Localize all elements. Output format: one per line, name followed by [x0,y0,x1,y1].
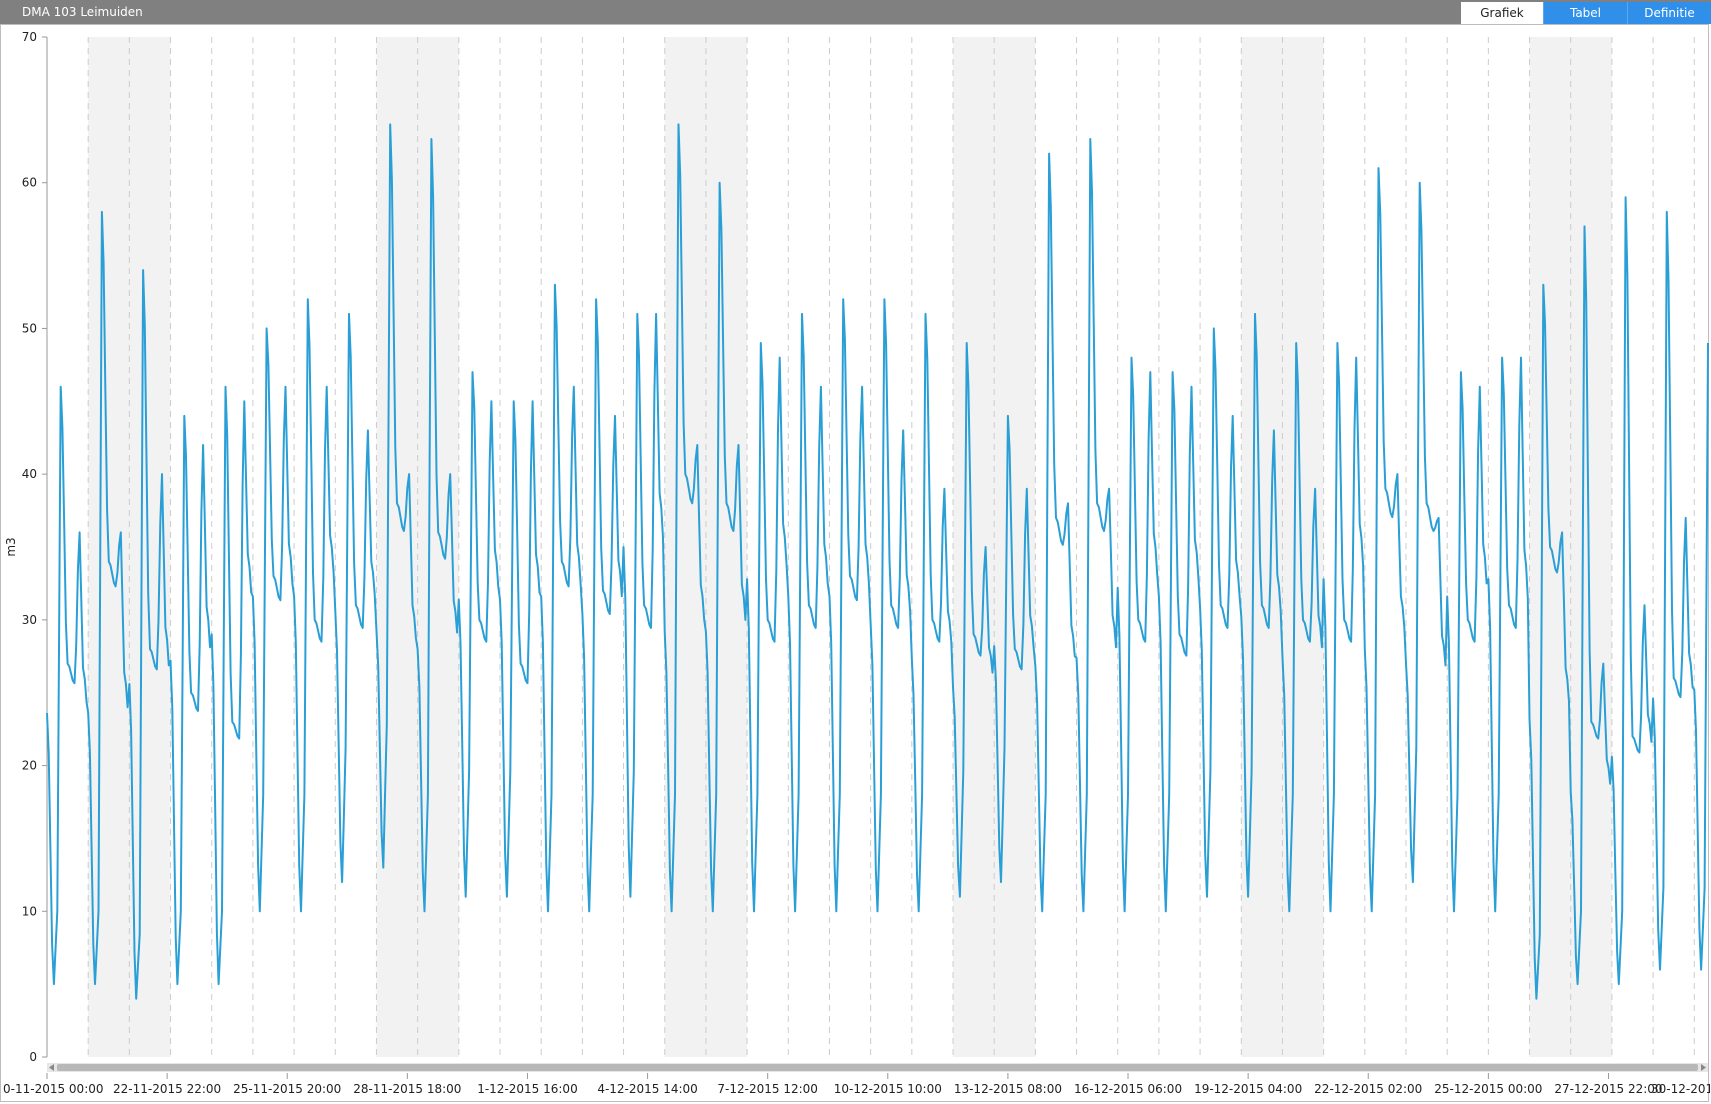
tab-tabel[interactable]: Tabel [1543,2,1627,24]
weekend-bands [88,37,1612,1057]
x-tick-label: 10-12-2015 10:00 [834,1082,942,1096]
x-tick-label: 4-12-2015 14:00 [597,1082,698,1096]
y-tick-label: 10 [22,904,37,918]
y-tick-label: 0 [29,1050,37,1064]
x-tick-label: 22-11-2015 22:00 [113,1082,221,1096]
y-tick-label: 50 [22,321,37,335]
tab-grafiek[interactable]: Grafiek [1461,2,1543,24]
series-flow [46,123,1709,1000]
line-chart: 0 10 20 30 40 50 60 70 0-11-2015 00:00 22-11-201… [3,30,1710,1096]
y-tick-label: 40 [22,467,37,481]
horizontal-scrollbar[interactable] [47,1063,1708,1072]
x-tick-label: 7-12-2015 12:00 [717,1082,818,1096]
x-axis-ticks: 0-11-2015 00:00 22-11-2015 22:00 25-11-201… [3,1073,1710,1096]
chart-frame: 0 10 20 30 40 50 60 70 0-11-2015 00:00 22-11-201… [0,24,1710,1102]
y-tick-label: 70 [22,30,37,44]
x-tick-label: 28-11-2015 18:00 [353,1082,461,1096]
title-bar: DMA 103 Leimuiden Grafiek Tabel Definiti… [0,0,1711,24]
tab-definitie[interactable]: Definitie [1627,2,1711,24]
y-axis-ticks: 0 10 20 30 40 50 60 70 [22,30,47,1064]
view-tabs: Grafiek Tabel Definitie [1461,2,1711,24]
x-tick-label: 27-12-2015 22:00 [1554,1082,1662,1096]
x-tick-label: 16-12-2015 06:00 [1074,1082,1182,1096]
x-tick-label: 25-11-2015 20:00 [233,1082,341,1096]
x-tick-label: 13-12-2015 08:00 [954,1082,1062,1096]
scrollbar-thumb [57,1064,1698,1071]
window-title: DMA 103 Leimuiden [22,5,143,19]
x-tick-label: 0-11-2015 00:00 [3,1082,104,1096]
x-tick-label: 30-12-201 [1651,1082,1710,1096]
series-line [46,123,1709,1000]
y-tick-label: 30 [22,613,37,627]
x-tick-label: 19-12-2015 04:00 [1194,1082,1302,1096]
x-tick-label: 1-12-2015 16:00 [477,1082,578,1096]
y-tick-label: 60 [22,176,37,190]
y-tick-label: 20 [22,759,37,773]
x-tick-label: 22-12-2015 02:00 [1314,1082,1422,1096]
y-axis-label: m3 [4,537,18,556]
x-tick-label: 25-12-2015 00:00 [1434,1082,1542,1096]
